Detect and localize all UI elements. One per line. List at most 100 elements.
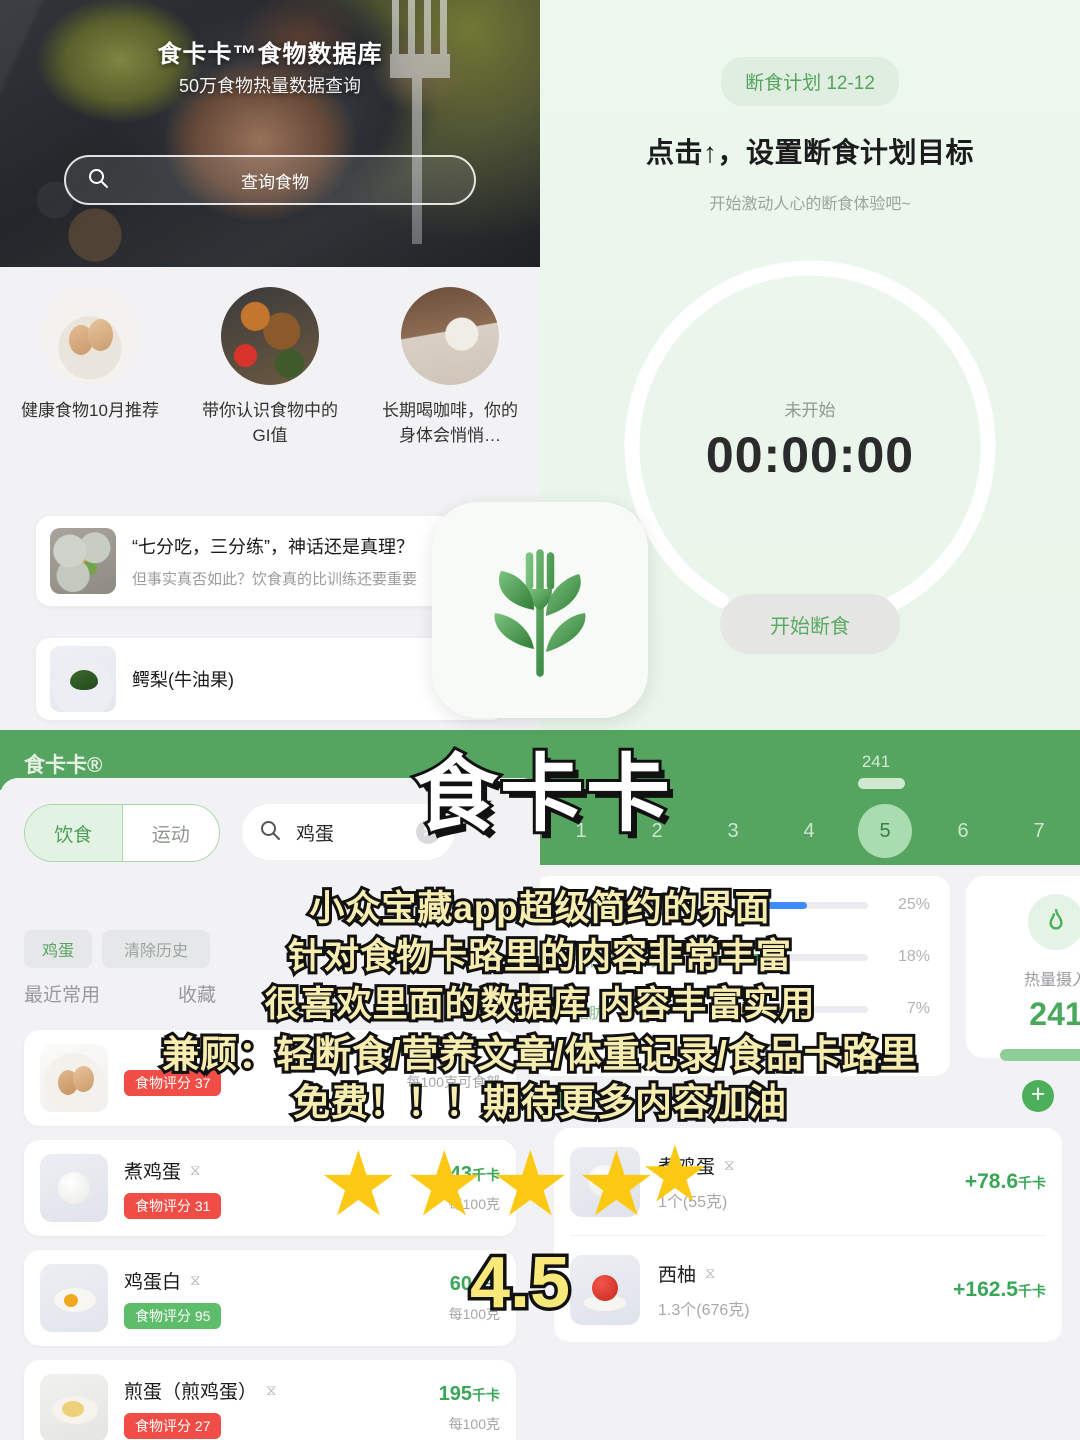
calorie-intake-label: 热量摄入 — [1023, 972, 1080, 989]
boiled-egg-icon — [40, 1154, 108, 1222]
fasting-state: 未开始 — [784, 401, 836, 420]
segment-exercise[interactable]: 运动 — [121, 805, 219, 861]
food-score-badge: 食物评分 31 — [124, 1193, 222, 1219]
day-selector: 1 2 3 4 5 6 7 — [540, 804, 1080, 860]
recommend-card-label: 带你认识食物中的GI值 — [202, 401, 338, 445]
recommend-cards: 健康食物10月推荐 带你认识食物中的GI值 长期喝咖啡，你的身体会悄悄… — [0, 287, 540, 497]
nutrition-label-protein: 蛋白质（14克） — [574, 953, 681, 970]
article-thumbnail — [50, 528, 116, 594]
calorie-intake-value: 241 — [1029, 996, 1080, 1032]
close-icon[interactable]: ✕ — [416, 820, 440, 844]
food-unit: 每100克可食部 — [406, 1074, 500, 1090]
fork-leaf-logo-icon — [494, 549, 586, 677]
food-name: 煎蛋（煎鸡蛋） — [124, 1382, 258, 1403]
food-kcal: 60千卡 — [449, 1272, 500, 1295]
avocado-icon — [50, 646, 116, 712]
fasting-subtitle: 开始激动人心的断食体验吧~ — [709, 196, 911, 213]
meal-name: 午餐 — [586, 1090, 620, 1109]
day-7[interactable]: 7 — [1012, 804, 1066, 858]
coffee-cup-icon — [401, 287, 499, 385]
fried-egg-icon — [40, 1374, 108, 1440]
screenshot-stage: 食卡卡™食物数据库 50万食物热量数据查询 查询食物 健康食物10月推荐 带你认… — [0, 0, 1080, 1440]
food-name: 鸡蛋白 — [124, 1272, 182, 1293]
search-input[interactable]: 查询食物 — [64, 155, 476, 205]
food-score-badge: 食物评分 27 — [124, 1413, 222, 1439]
meal-icon — [554, 1086, 576, 1109]
search-sheet: 饮食 运动 鸡蛋 ✕ 鸡蛋 清除历史 最近常用 收藏 食物评分 37 每100克… — [0, 778, 540, 1440]
food-result-row[interactable]: 鸡蛋白 ⧖ 食物评分 95 60千卡 每100克 — [24, 1250, 516, 1346]
flame-icon — [1028, 894, 1080, 950]
clear-history-button[interactable]: 清除历史 — [102, 930, 210, 968]
day-6[interactable]: 6 — [936, 804, 990, 858]
recommend-card-0[interactable]: 健康食物10月推荐 — [0, 287, 180, 497]
meal-item-name: 西柚 — [658, 1264, 697, 1286]
search-placeholder: 查询食物 — [241, 172, 309, 192]
hourglass-icon: ⧖ — [266, 1382, 277, 1399]
meal-header: 午餐 241.1千卡 — [554, 1085, 723, 1110]
nutrition-row-fat: 7% — [740, 1000, 930, 1018]
day-calorie-value: 241 — [861, 752, 891, 771]
history-chip[interactable]: 鸡蛋 — [24, 930, 92, 968]
fasting-plan-badge[interactable]: 断食计划 12-12 — [721, 57, 899, 106]
day-3[interactable]: 3 — [706, 804, 760, 858]
meal-item-value: +162.5千卡 — [953, 1277, 1046, 1301]
food-search-panel: 食卡卡® 饮食 运动 鸡蛋 ✕ 鸡蛋 清除历史 最近常用 收藏 食物评分 37 … — [0, 730, 540, 1440]
recommend-card-label: 健康食物10月推荐 — [21, 401, 159, 420]
day-5-selected[interactable]: 5 — [858, 804, 912, 858]
food-search-input[interactable]: 鸡蛋 ✕ — [242, 804, 454, 860]
app-brand: 食卡卡® — [24, 754, 103, 777]
meal-item-row[interactable]: 煮鸡蛋 ⧖ 1个(55克) +78.6千卡 — [570, 1128, 1046, 1235]
start-fasting-button[interactable]: 开始断食 — [720, 594, 900, 654]
article-summary: 但事实真否如此？饮食真的比训练还要重要 — [132, 571, 418, 588]
plus-icon[interactable]: + — [1022, 1080, 1054, 1112]
day-4[interactable]: 4 — [782, 804, 836, 858]
meal-item-name: 煮鸡蛋 — [658, 1156, 716, 1178]
meal-item-value: +78.6千卡 — [964, 1169, 1046, 1193]
food-score-badge: 食物评分 37 — [124, 1069, 222, 1096]
recommend-card-label: 长期喝咖啡，你的身体会悄悄… — [382, 401, 518, 445]
meal-item-amount: 1个(55克) — [658, 1193, 728, 1211]
nutrition-bar — [740, 901, 868, 909]
segment-diet[interactable]: 饮食 — [25, 805, 122, 861]
meal-item-row[interactable]: 西柚 ⧖ 1.3个(676克) +162.5千卡 — [570, 1236, 1046, 1343]
food-unit: 每100克 — [448, 1195, 500, 1212]
grapefruit-icon — [570, 1254, 640, 1325]
hourglass-icon: ⧖ — [190, 1272, 201, 1289]
meal-items-card: 煮鸡蛋 ⧖ 1个(55克) +78.6千卡 西柚 ⧖ 1.3个(676克) +1… — [554, 1128, 1062, 1342]
food-unit: 每100克 — [448, 1305, 500, 1322]
eggs-icon — [40, 1044, 108, 1112]
recommend-card-1[interactable]: 带你认识食物中的GI值 — [180, 287, 360, 497]
food-name: 煮鸡蛋 — [124, 1162, 182, 1183]
meal-item-amount: 1.3个(676克) — [658, 1301, 750, 1319]
food-result-row[interactable]: 食物评分 37 每100克可食部 — [24, 1030, 516, 1126]
fasting-timer: 00:00:00 — [705, 427, 915, 483]
day-calorie-bar — [858, 778, 905, 789]
search-icon — [86, 166, 110, 195]
nutrition-percent: 18% — [897, 948, 930, 965]
search-value: 鸡蛋 — [296, 823, 335, 845]
category-segment[interactable]: 饮食 运动 — [24, 804, 220, 862]
article-title: “七分吃，三分练”，神话还是真理？ — [132, 537, 414, 557]
calorie-intake-card[interactable]: 热量摄入 241 — [966, 876, 1080, 1061]
nutrition-label-fat: 脂肪 — [574, 1005, 605, 1022]
nutrition-row-carb: 25% — [740, 896, 930, 914]
day-2[interactable]: 2 — [630, 804, 684, 858]
food-result-row[interactable]: 煎蛋（煎鸡蛋） ⧖ 食物评分 27 195千卡 每100克 — [24, 1360, 516, 1440]
nutrition-percent: 7% — [906, 1000, 930, 1017]
nutrition-bar — [740, 1005, 868, 1013]
day-1[interactable]: 1 — [554, 804, 608, 858]
recommend-card-2[interactable]: 长期喝咖啡，你的身体会悄悄… — [360, 287, 540, 497]
nutrition-row-protein: 18% — [740, 948, 930, 966]
search-tabs: 最近常用 收藏 — [24, 980, 324, 1007]
hero-banner: 食卡卡™食物数据库 50万食物热量数据查询 查询食物 — [0, 0, 540, 267]
search-icon — [258, 818, 282, 847]
tab-favorites[interactable]: 收藏 — [178, 980, 216, 1007]
nutrition-label-carb: 碳水（52.9克） — [574, 901, 679, 918]
nutrition-percent: 25% — [897, 896, 930, 913]
hourglass-icon: ⧖ — [705, 1264, 716, 1282]
diary-header: 241 1 2 3 4 5 6 7 — [540, 730, 1080, 865]
boiled-egg-icon — [570, 1146, 640, 1217]
tab-recent[interactable]: 最近常用 — [24, 980, 100, 1007]
food-result-row[interactable]: 煮鸡蛋 ⧖ 食物评分 31 143千卡 每100克 — [24, 1140, 516, 1236]
nutrition-panel: 碳水（52.9克） 25% 蛋白质（14克） 18% 脂肪 7% — [540, 876, 950, 1076]
